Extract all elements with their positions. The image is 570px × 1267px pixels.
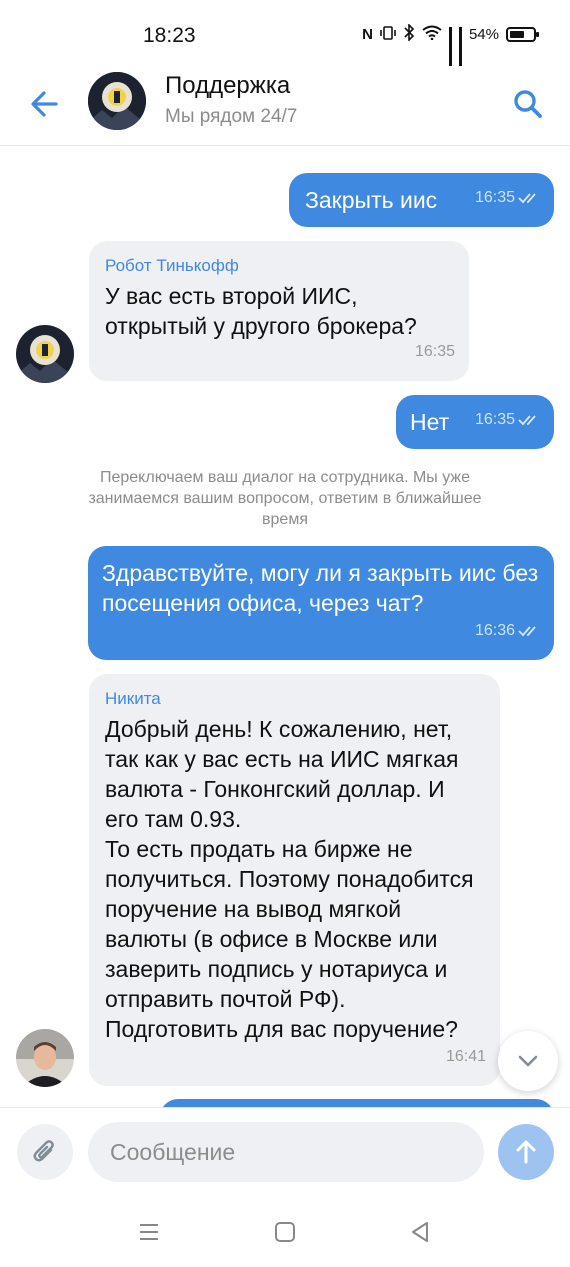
battery-icon bbox=[506, 27, 539, 42]
scroll-down-button[interactable] bbox=[498, 1031, 558, 1091]
agent-avatar[interactable] bbox=[16, 1029, 74, 1087]
back-button[interactable] bbox=[405, 1217, 435, 1247]
back-triangle-icon bbox=[412, 1222, 428, 1242]
status-bar: 18:23 N 54% bbox=[0, 0, 570, 70]
bluetooth-icon bbox=[403, 23, 415, 45]
message-time: 16:41 bbox=[445, 1048, 486, 1065]
message-composer bbox=[0, 1107, 570, 1197]
chevron-down-icon bbox=[518, 1055, 538, 1067]
signal-icon bbox=[448, 27, 452, 66]
vibrate-icon bbox=[380, 25, 396, 45]
outgoing-message[interactable]: Закрыть иис 16:35 bbox=[289, 173, 554, 227]
message-text: Здравствуйте, могу ли я закрыть иис без … bbox=[102, 560, 539, 616]
message-text: У вас есть второй ИИС, открытый у другог… bbox=[105, 283, 417, 339]
status-icons: N 54% bbox=[362, 23, 539, 66]
signal-icon-2 bbox=[458, 27, 462, 66]
message-text: Нет bbox=[410, 409, 450, 435]
message-time: 16:35 bbox=[475, 405, 540, 435]
message-text: Закрыть иис bbox=[305, 187, 438, 213]
chat-header: Поддержка Мы рядом 24/7 bbox=[0, 70, 570, 146]
message-input[interactable] bbox=[88, 1122, 484, 1182]
chat-subtitle: Мы рядом 24/7 bbox=[165, 106, 298, 127]
system-message: Переключаем ваш диалог на сотрудника. Мы… bbox=[88, 469, 482, 528]
status-time: 18:23 bbox=[143, 24, 196, 47]
home-button[interactable] bbox=[270, 1217, 300, 1247]
send-button[interactable] bbox=[498, 1124, 554, 1180]
paperclip-icon bbox=[33, 1140, 54, 1162]
send-arrow-icon bbox=[516, 1140, 536, 1164]
message-sender: Робот Тинькофф bbox=[105, 256, 239, 275]
home-square-icon bbox=[275, 1222, 295, 1242]
incoming-message[interactable]: Никита Добрый день! К сожалению, нет, та… bbox=[89, 674, 500, 1086]
message-list[interactable]: Закрыть иис 16:35 Робот Тинькофф У вас е… bbox=[0, 147, 570, 1107]
double-check-icon bbox=[518, 193, 536, 204]
outgoing-message-partial[interactable] bbox=[160, 1099, 554, 1107]
back-arrow-icon[interactable] bbox=[26, 84, 66, 124]
chat-title: Поддержка bbox=[165, 72, 291, 99]
menu-icon bbox=[140, 1224, 158, 1240]
recents-button[interactable] bbox=[134, 1217, 164, 1247]
wifi-icon bbox=[422, 25, 442, 44]
message-time: 16:36 bbox=[475, 616, 540, 646]
robot-avatar[interactable] bbox=[16, 325, 74, 383]
battery-percent: 54% bbox=[468, 26, 499, 43]
incoming-message[interactable]: Робот Тинькофф У вас есть второй ИИС, от… bbox=[89, 241, 469, 381]
attach-button[interactable] bbox=[17, 1124, 73, 1180]
nfc-icon: N bbox=[362, 26, 373, 43]
message-time: 16:35 bbox=[475, 183, 540, 213]
message-text: Добрый день! К сожалению, нет, так как у… bbox=[105, 716, 474, 1042]
outgoing-message[interactable]: Нет 16:35 bbox=[396, 395, 554, 449]
support-avatar[interactable] bbox=[88, 72, 146, 130]
message-time: 16:35 bbox=[414, 343, 455, 360]
double-check-icon bbox=[518, 626, 536, 637]
message-sender: Никита bbox=[105, 689, 161, 708]
search-icon[interactable] bbox=[508, 84, 548, 124]
outgoing-message[interactable]: Здравствуйте, могу ли я закрыть иис без … bbox=[88, 546, 554, 660]
double-check-icon bbox=[518, 415, 536, 426]
system-nav-bar bbox=[0, 1197, 570, 1267]
